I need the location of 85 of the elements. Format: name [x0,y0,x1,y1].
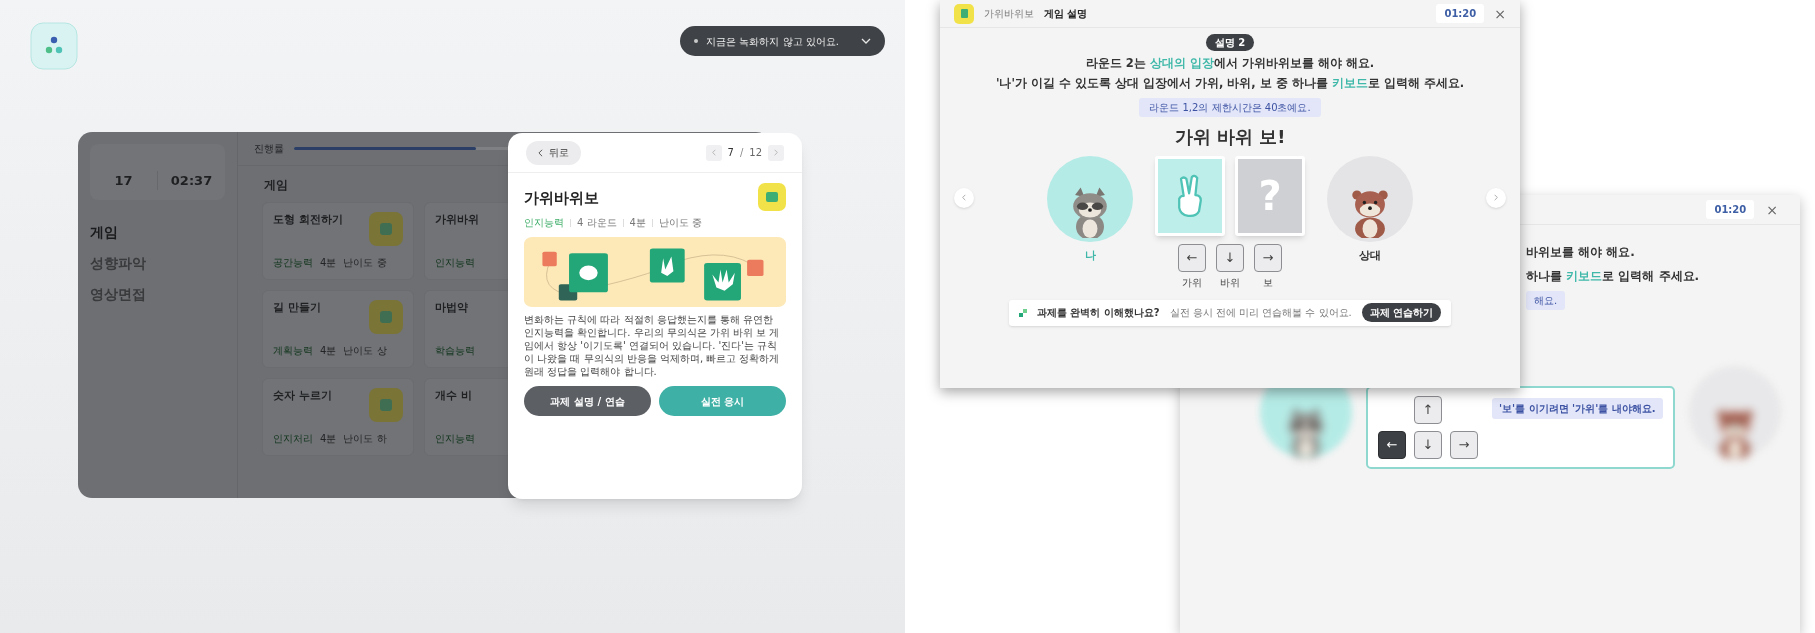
game-meta: 4분 [320,344,337,358]
game-meta: 4분 [629,216,646,230]
logo-icon [30,22,78,70]
notice-chip: 해요. [1526,291,1566,310]
arrow-key[interactable]: ← [1378,431,1406,459]
game-card[interactable]: 길 만들기 계획능력 4분 난이도 상 [262,290,414,368]
question-mark: ? [1258,171,1282,221]
squares-icon [1018,308,1027,317]
game-meta: 계획능력 [273,344,313,358]
game-meta: 4분 [320,432,337,446]
game-title: 도형 회전하기 [273,212,343,228]
arrow-key[interactable]: ↓ [1216,243,1244,272]
chevron-left-icon [962,194,966,201]
game-meta: 난이도 상 [343,344,387,358]
breadcrumb-item[interactable]: 가위바위보 [984,6,1034,21]
toast-text: 지금은 녹화하지 않고 있어요. [706,34,839,49]
instruction-text: 바위보를 해야 해요. [1526,244,1636,261]
chevron-left-icon [538,148,543,157]
arrow-key[interactable]: ↓ [1414,431,1442,459]
practice-hint: 실전 응시 전에 미리 연습해볼 수 있어요. [1169,306,1352,320]
game-icon [954,3,974,24]
instruction-text: 라운드 2는 상대의 입장에서 가위바위보를 해야 해요. [1085,55,1375,72]
notice-chip: 라운드 1,2의 제한시간은 40초예요. [1139,97,1321,117]
arrow-key[interactable]: → [1450,431,1478,459]
section-title: 게임 [263,177,289,194]
game-meta: 인지능력 [435,432,475,446]
timer: 01:20 [1706,200,1755,219]
close-button[interactable]: × [1766,202,1778,217]
progress-label: 진행률 [254,142,284,156]
key-caption: 가위 [1182,275,1202,290]
game-meta: 인지능력 [524,216,564,230]
page-total: 12 [749,146,762,160]
chevron-left-icon [711,149,716,156]
game-meta: 인지처리 [273,432,313,446]
game-icon [758,183,786,211]
game-card[interactable]: 도형 회전하기 공간능력 4분 난이도 중 [262,202,414,280]
page-separator: / [739,146,744,160]
game-meta: 인지능력 [435,256,475,270]
practice-button[interactable]: 과제 설명 / 연습 [524,386,651,416]
stat-value: 02:37 [157,170,225,190]
game-icon [369,388,403,422]
chevron-right-icon [774,149,778,156]
game-title: 가위 바위 보! [1174,124,1286,149]
instruction-text: '나'가 이길 수 있도록 상대 입장에서 가위, 바위, 보 중 하나를 키보드로 입력해 주세요. [995,75,1465,93]
game-title: 숫자 누르기 [273,388,332,404]
game-meta: 4 라운드 [577,216,617,230]
game-title: 마법약 [435,300,468,316]
practice-button[interactable]: 과제 연습하기 [1361,303,1442,322]
game-card[interactable]: 숫자 누르기 인지처리 4분 난이도 하 [262,378,414,456]
game-meta: 공간능력 [273,256,313,270]
player-name: 상대 [1359,247,1381,264]
breadcrumb-item[interactable]: 게임 설명 [1044,6,1088,21]
chevron-right-icon [1494,194,1498,201]
practice-question: 과제를 완벽히 이해했나요? [1036,306,1160,320]
back-button[interactable]: 뒤로 [526,140,581,165]
hint-tooltip: '보'를 이기려면 '가위'를 내야해요. [1492,398,1663,419]
sidebar-menu-item[interactable]: 게임 [90,222,225,243]
stat-value: 17 [113,171,134,190]
game-meta: 난이도 하 [343,432,387,446]
game-meta: 난이도 중 [343,256,387,270]
chevron-down-icon [861,38,871,44]
game-meta: 학습능력 [435,344,475,358]
previous-button[interactable] [705,144,722,161]
game-icon [369,212,403,246]
next-button[interactable] [1486,187,1506,208]
game-meta: 4분 [320,256,337,270]
timer: 01:20 [1436,4,1485,23]
instruction-text: 하나를 키보드로 입력해 주세요. [1526,268,1701,285]
next-button[interactable] [768,144,784,161]
recording-status-toast[interactable]: 지금은 녹화하지 않고 있어요. [680,26,885,56]
arrow-key[interactable]: ← [1178,243,1206,272]
game-title: 가위바위 [435,212,479,228]
page-current: 7 [727,146,734,160]
game-meta: 난이도 중 [658,216,703,230]
close-button[interactable]: × [1494,6,1506,21]
game-title: 개수 비 [435,388,472,404]
arrow-key[interactable]: → [1254,243,1282,272]
game-title: 길 만들기 [273,300,321,316]
key-caption: 바위 [1220,275,1240,290]
previous-button[interactable] [954,187,974,208]
arrow-key[interactable]: ↑ [1414,396,1442,424]
game-icon [369,300,403,334]
key-caption: 보 [1263,275,1273,290]
player-name: 나 [1084,247,1096,264]
step-badge: 설명 2 [1205,34,1255,51]
